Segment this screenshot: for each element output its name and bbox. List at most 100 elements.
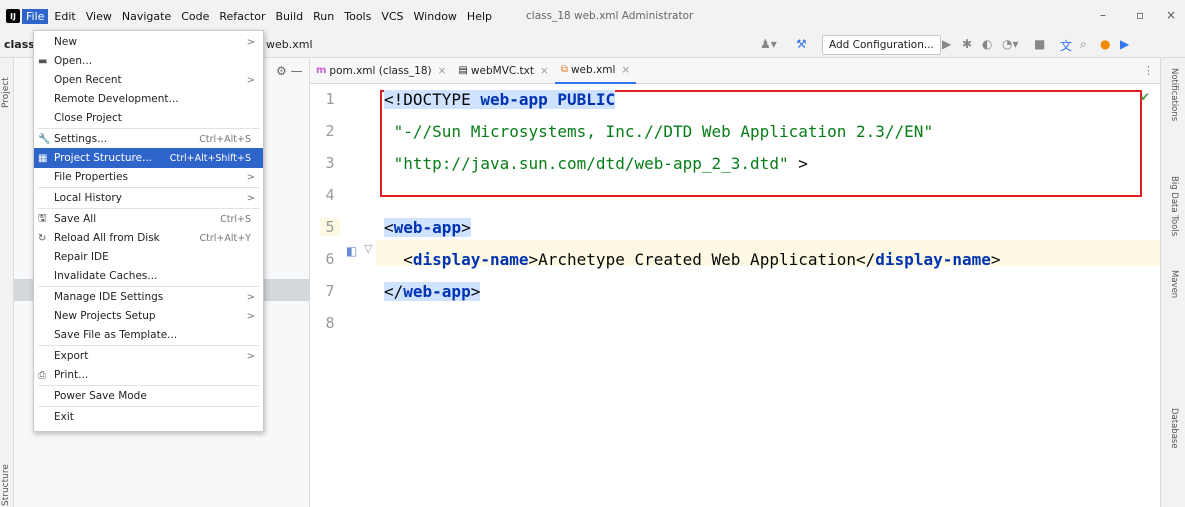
menu-item-file-properties[interactable]: File Properties > xyxy=(34,167,263,187)
stop-icon[interactable]: ■ xyxy=(1034,37,1045,51)
window-title: class_18 web.xml Administrator xyxy=(526,10,694,22)
run-icon[interactable]: ▶ xyxy=(942,37,951,51)
maven-tool-tab[interactable]: Maven xyxy=(1169,270,1179,298)
menu-item-label: Save File as Template... xyxy=(54,329,178,341)
submenu-arrow-icon: > xyxy=(246,171,255,183)
menu-vcs[interactable]: VCS xyxy=(377,9,407,24)
panel-settings-icon[interactable]: ⚙ — xyxy=(276,64,303,78)
menu-item-label: Remote Development... xyxy=(54,93,179,105)
menu-item-new[interactable]: New > xyxy=(34,32,263,52)
menu-bar: IJ File Edit View Navigate Code Refactor… xyxy=(0,0,1185,32)
tabs-menu-icon[interactable]: ⋮ xyxy=(1143,64,1154,77)
printer-icon: ⎙ xyxy=(38,369,46,381)
build-hammer-icon[interactable]: ⚒ xyxy=(796,37,807,51)
close-icon[interactable]: × xyxy=(621,64,630,76)
tag-bracket: < xyxy=(384,218,394,237)
translate-icon[interactable]: 文 xyxy=(1060,37,1072,54)
vcs-user-icon[interactable]: ♟▾ xyxy=(760,37,777,51)
tab-web-xml[interactable]: ⧉ web.xml × xyxy=(554,58,637,84)
menu-item-label: Open... xyxy=(54,55,93,67)
menu-item-exit[interactable]: Exit xyxy=(34,407,263,427)
close-icon[interactable]: × xyxy=(540,65,549,77)
profile-icon[interactable]: ◔▾ xyxy=(1002,37,1019,51)
menu-code[interactable]: Code xyxy=(177,9,213,24)
minimize-button[interactable]: – xyxy=(1100,8,1106,22)
menu-item-label: New xyxy=(54,36,77,48)
menu-item-power-save-mode[interactable]: Power Save Mode xyxy=(34,386,263,406)
menu-item-open[interactable]: ▬ Open... xyxy=(34,51,263,71)
menu-run[interactable]: Run xyxy=(309,9,338,24)
breadcrumb-project[interactable]: class xyxy=(4,38,35,51)
menu-item-label: Exit xyxy=(54,411,74,423)
tab-pom-xml[interactable]: m pom.xml (class_18) × xyxy=(310,58,452,84)
menu-item-settings[interactable]: 🔧 Settings... Ctrl+Alt+S xyxy=(34,129,263,149)
menu-item-save-all[interactable]: 🖫 Save All Ctrl+S xyxy=(34,209,263,229)
web-app-gutter-icon[interactable]: ◧ xyxy=(346,244,357,258)
menu-item-new-projects-setup[interactable]: New Projects Setup > xyxy=(34,306,263,326)
tag-bracket: < xyxy=(384,250,413,269)
code-line-2: "-//Sun Microsystems, Inc.//DTD Web Appl… xyxy=(384,122,934,141)
menu-build[interactable]: Build xyxy=(272,9,308,24)
menu-view[interactable]: View xyxy=(82,9,116,24)
submenu-arrow-icon: > xyxy=(246,350,255,362)
jetbrains-toolbox-icon[interactable]: ▶ xyxy=(1120,37,1129,51)
xml-file-icon: ⧉ xyxy=(560,64,568,75)
debug-icon[interactable]: ✱ xyxy=(962,37,972,51)
database-tool-tab[interactable]: Database xyxy=(1169,408,1179,449)
inspection-ok-icon[interactable]: ✔ xyxy=(1140,90,1150,104)
add-configuration-button[interactable]: Add Configuration... xyxy=(822,35,941,55)
breadcrumb-file[interactable]: web.xml xyxy=(266,38,313,51)
update-icon[interactable]: ● xyxy=(1100,37,1110,51)
menu-item-export[interactable]: Export > xyxy=(34,346,263,366)
menu-item-reload-all[interactable]: ↻ Reload All from Disk Ctrl+Alt+Y xyxy=(34,228,263,248)
tab-webmvc-txt[interactable]: ▤ webMVC.txt × xyxy=(452,58,554,84)
menu-refactor[interactable]: Refactor xyxy=(215,9,269,24)
save-icon: 🖫 xyxy=(38,212,47,224)
menu-item-local-history[interactable]: Local History > xyxy=(34,188,263,208)
coverage-icon[interactable]: ◐ xyxy=(982,37,992,51)
code-editor[interactable]: ✔ <!DOCTYPE web-app PUBLIC "-//Sun Micro… xyxy=(376,84,1160,507)
restore-button[interactable]: ▫ xyxy=(1136,8,1144,22)
dtd-url-string: "http://java.sun.com/dtd/web-app_2_3.dtd… xyxy=(384,154,789,173)
menu-item-invalidate-caches[interactable]: Invalidate Caches... xyxy=(34,266,263,286)
menu-item-print[interactable]: ⎙ Print... xyxy=(34,365,263,385)
code-line-1: <!DOCTYPE web-app PUBLIC xyxy=(384,90,616,109)
wrench-icon: 🔧 xyxy=(38,133,51,145)
menu-help[interactable]: Help xyxy=(463,9,496,24)
menu-item-label: Manage IDE Settings xyxy=(54,291,164,303)
menu-edit[interactable]: Edit xyxy=(50,9,79,24)
menu-item-manage-ide-settings[interactable]: Manage IDE Settings > xyxy=(34,287,263,307)
fold-icon[interactable]: ▽ xyxy=(364,242,372,255)
search-icon[interactable]: ⌕ xyxy=(1080,37,1087,52)
menu-item-label: Settings... xyxy=(54,133,108,145)
project-tool-tab[interactable]: Project xyxy=(1,77,11,108)
menu-tools[interactable]: Tools xyxy=(340,9,375,24)
line-number: 2 xyxy=(325,122,335,140)
menu-item-close-project[interactable]: Close Project xyxy=(34,108,263,128)
close-window-button[interactable]: × xyxy=(1166,8,1176,22)
menu-navigate[interactable]: Navigate xyxy=(118,9,175,24)
menu-item-project-structure[interactable]: ▦ Project Structure... Ctrl+Alt+Shift+S xyxy=(34,148,263,168)
intellij-logo-icon[interactable]: IJ xyxy=(6,9,20,23)
menu-item-save-file-as-template[interactable]: Save File as Template... xyxy=(34,325,263,345)
menu-item-open-recent[interactable]: Open Recent > xyxy=(34,70,263,90)
submenu-arrow-icon: > xyxy=(246,310,255,322)
tag-bracket: > xyxy=(470,282,481,301)
right-tool-stripe: Notifications Database Maven Big Data To… xyxy=(1160,58,1185,507)
menu-window[interactable]: Window xyxy=(410,9,461,24)
notifications-tool-tab[interactable]: Notifications xyxy=(1169,68,1179,121)
structure-tool-tab[interactable]: Structure xyxy=(1,464,11,506)
line-number: 1 xyxy=(325,90,335,108)
submenu-arrow-icon: > xyxy=(246,74,255,86)
close-icon[interactable]: × xyxy=(438,65,447,77)
menu-item-label: Reload All from Disk xyxy=(54,232,160,244)
menu-item-label: Repair IDE xyxy=(54,251,109,263)
doctype-close: > xyxy=(788,154,808,173)
menu-item-remote-development[interactable]: Remote Development... xyxy=(34,89,263,109)
tag-name: display-name xyxy=(412,250,529,269)
menu-file[interactable]: File xyxy=(22,8,49,24)
line-number: 6 xyxy=(325,250,335,268)
menu-item-repair-ide[interactable]: Repair IDE xyxy=(34,247,263,267)
tab-label: webMVC.txt xyxy=(470,64,534,77)
big-data-tools-tab[interactable]: Big Data Tools xyxy=(1169,176,1179,236)
